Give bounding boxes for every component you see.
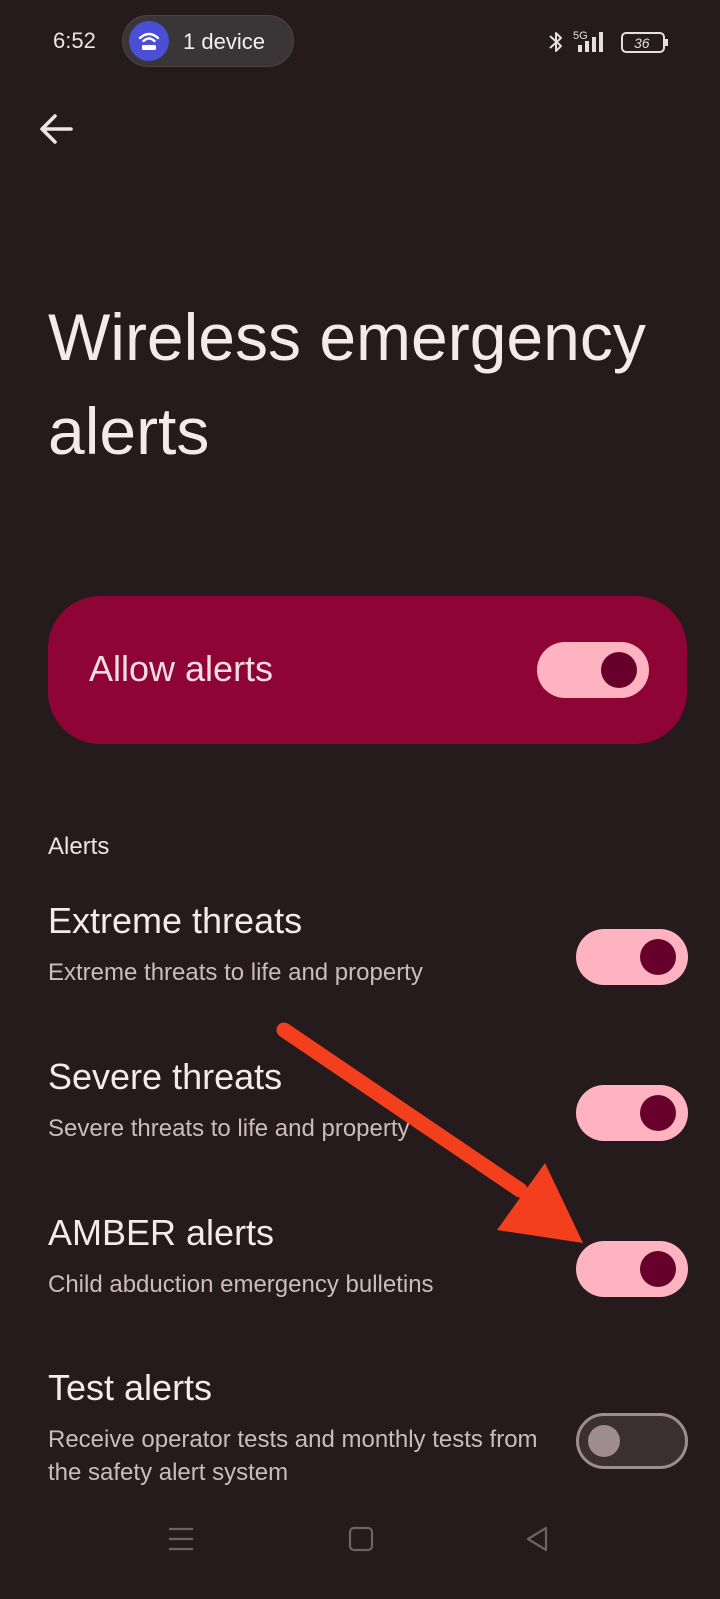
extreme-threats-switch[interactable] bbox=[576, 929, 688, 985]
pref-title: Extreme threats bbox=[48, 900, 303, 941]
annotation-arrow bbox=[276, 1022, 583, 1243]
menu-icon[interactable] bbox=[167, 1526, 195, 1552]
battery-level: 36 bbox=[634, 35, 650, 51]
pref-amber-alerts[interactable]: AMBER alerts Child abduction emergency b… bbox=[48, 1212, 688, 1322]
navigation-bar bbox=[0, 1490, 720, 1599]
home-icon[interactable] bbox=[348, 1526, 374, 1552]
pref-severe-threats[interactable]: Severe threats Severe threats to life an… bbox=[48, 1056, 688, 1166]
switch-thumb bbox=[640, 939, 676, 975]
hotspot-icon bbox=[129, 21, 169, 61]
status-bar: 6:52 1 device 5G 36 bbox=[0, 0, 720, 84]
allow-alerts-switch[interactable] bbox=[537, 642, 649, 698]
back-triangle-icon[interactable] bbox=[524, 1525, 550, 1553]
switch-thumb bbox=[601, 652, 637, 688]
amber-alerts-switch[interactable] bbox=[576, 1241, 688, 1297]
status-icons: 5G 36 bbox=[548, 28, 672, 56]
back-button[interactable] bbox=[33, 105, 81, 153]
network-type-label: 5G bbox=[573, 30, 588, 42]
pref-summary: Severe threats to life and property bbox=[48, 1115, 410, 1142]
page-title: Wireless emergency alerts bbox=[48, 300, 646, 468]
pref-title: Severe threats bbox=[48, 1056, 283, 1097]
pref-test-alerts[interactable]: Test alerts Receive operator tests and m… bbox=[48, 1367, 688, 1497]
status-time: 6:52 bbox=[53, 28, 96, 53]
arrow-left-icon bbox=[40, 114, 73, 144]
severe-threats-switch[interactable] bbox=[576, 1085, 688, 1141]
section-header: Alerts bbox=[48, 833, 110, 860]
switch-thumb bbox=[640, 1251, 676, 1287]
pref-title: AMBER alerts bbox=[48, 1212, 275, 1253]
test-alerts-switch[interactable] bbox=[576, 1413, 688, 1469]
battery-icon: 36 bbox=[621, 32, 668, 53]
pref-summary: Receive operator tests and monthly tests… bbox=[48, 1426, 538, 1486]
allow-alerts-label: Allow alerts bbox=[89, 648, 274, 689]
switch-thumb bbox=[588, 1425, 620, 1457]
hotspot-chip[interactable]: 1 device bbox=[122, 15, 294, 67]
signal-icon: 5G bbox=[573, 30, 603, 52]
pref-summary: Child abduction emergency bulletins bbox=[48, 1271, 434, 1298]
switch-thumb bbox=[640, 1095, 676, 1131]
pref-summary: Extreme threats to life and property bbox=[48, 959, 423, 986]
pref-extreme-threats[interactable]: Extreme threats Extreme threats to life … bbox=[48, 900, 688, 1010]
hotspot-label: 1 device bbox=[183, 29, 265, 54]
pref-title: Test alerts bbox=[48, 1367, 213, 1408]
bluetooth-icon bbox=[549, 32, 562, 52]
allow-alerts-card[interactable]: Allow alerts bbox=[48, 596, 687, 744]
